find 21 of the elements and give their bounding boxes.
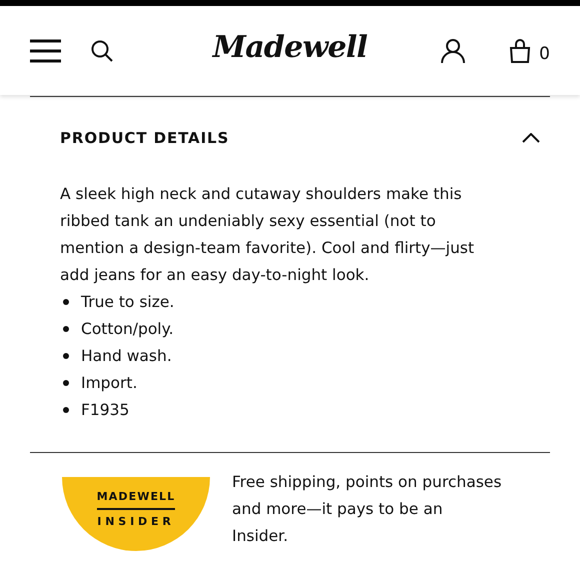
menu-icon[interactable] <box>30 38 61 62</box>
insider-promo-text: Free shipping, points on purchases and more—it pays to be an Insider. <box>232 472 502 546</box>
search-icon[interactable] <box>91 40 113 62</box>
detail-item: Hand wash. <box>81 346 172 366</box>
bullet-icon <box>63 407 69 413</box>
detail-item: F1935 <box>81 400 130 420</box>
badge-label: MADEWELL <box>96 488 176 510</box>
logo[interactable]: Madewell <box>200 28 380 68</box>
shopping-bag-icon[interactable] <box>509 38 532 62</box>
cart-count: 0 <box>539 42 550 66</box>
bullet-icon <box>63 353 69 359</box>
user-icon[interactable] <box>441 38 466 62</box>
detail-item: True to size. <box>81 292 174 312</box>
bullet-icon <box>63 380 69 386</box>
bullet-icon <box>63 326 69 332</box>
detail-item: Import. <box>81 372 138 394</box>
badge-label: INSIDER <box>97 514 175 530</box>
bullet-icon <box>63 299 69 305</box>
product-details-toggle[interactable]: PRODUCT DETAILS <box>60 97 520 164</box>
product-description: A sleek high neck and cutaway shoulders make this ribbed tank an undeniably sexy essential (not to mention a design-team favorite). Cool and flirty—just add jeans for an easy day-to-night look. <box>60 184 476 286</box>
detail-item: Cotton/poly. <box>81 318 174 340</box>
